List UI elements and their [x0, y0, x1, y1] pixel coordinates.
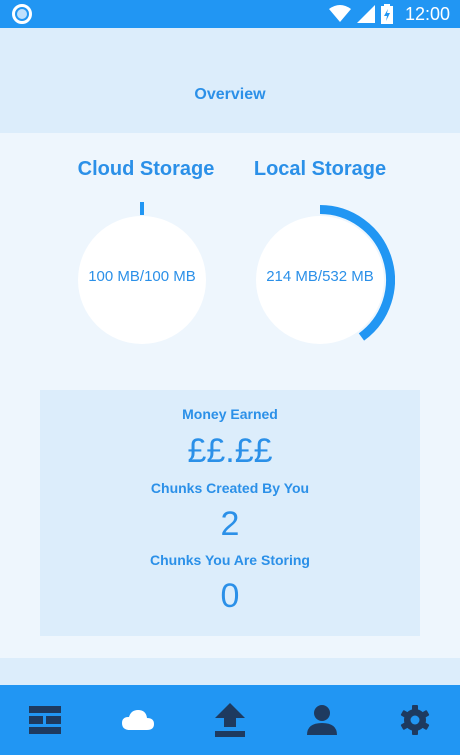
cloud-gauge-marker [140, 202, 144, 215]
local-storage-usage: 214 MB/532 MB [266, 268, 374, 285]
stats-card: Money Earned ££.££ Chunks Created By You… [40, 390, 420, 636]
page-title: Overview [194, 86, 266, 103]
local-storage-gauge: 214 MB/532 MB [245, 202, 395, 352]
dashboard-icon [29, 706, 61, 734]
settings-icon [400, 705, 430, 735]
chunks-created-value: 2 [220, 505, 240, 543]
nav-settings-button[interactable] [397, 702, 433, 738]
chunks-storing-value: 0 [220, 577, 240, 615]
chunks-storing-label: Chunks You Are Storing [150, 552, 310, 568]
nav-cloud-button[interactable] [120, 702, 156, 738]
status-time: 12:00 [404, 3, 450, 24]
nav-dashboard-button[interactable] [27, 702, 63, 738]
notification-icon [12, 4, 32, 24]
chunks-created-label: Chunks Created By You [150, 480, 310, 496]
cloud-icon [122, 710, 154, 730]
wifi-icon [328, 5, 351, 22]
status-icons: 12:00 [328, 0, 450, 28]
money-earned-label: Money Earned [182, 406, 278, 422]
signal-icon [356, 5, 375, 23]
nav-account-button[interactable] [304, 702, 340, 738]
cloud-storage-usage: 100 MB/100 MB [88, 268, 196, 285]
bottom-strip [0, 658, 460, 685]
nav-upload-button[interactable] [212, 702, 248, 738]
account-icon [307, 705, 337, 735]
bottom-nav [0, 685, 460, 755]
cloud-storage-gauge: 100 MB/100 MB [67, 202, 217, 352]
status-bar: 12:00 [0, 0, 460, 28]
battery-icon [380, 4, 393, 24]
local-storage-title: Local Storage [253, 158, 387, 180]
header: Overview [0, 28, 460, 133]
cloud-storage-title: Cloud Storage [77, 158, 215, 180]
upload-icon [215, 703, 245, 737]
money-earned-value: ££.££ [187, 432, 273, 470]
